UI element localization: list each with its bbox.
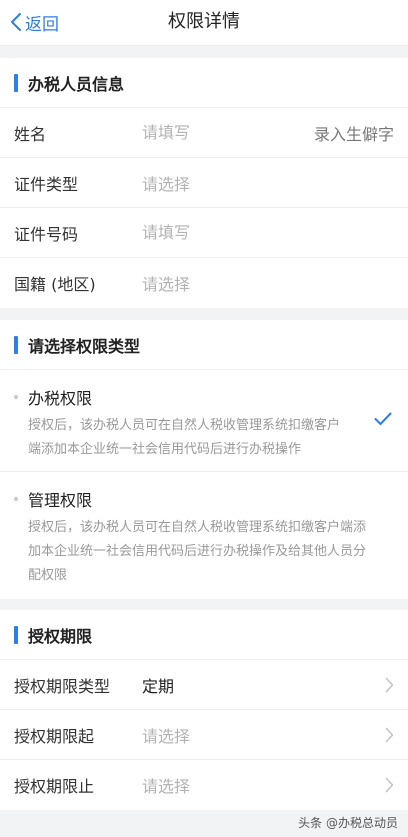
permission-option-tax[interactable]: 办税权限 授权后，该办税人员可在自然人税收管理系统扣缴客户端添加本企业统一社会信… [0,370,408,472]
id-number-label: 证件号码 [14,224,79,244]
permission-card: 请选择权限类型 办税权限 授权后，该办税人员可在自然人税收管理系统扣缴客户端添加… [0,320,408,599]
period-start-select[interactable]: 请选择 [142,723,190,747]
nationality-label: 国籍 (地区) [14,275,96,294]
period-card: 授权期限 授权期限类型 定期 授权期限起 请选择 授权期限止 请选择 [0,610,408,810]
name-row: 姓名 录入生僻字 [0,108,408,158]
taxperson-section-header: 办税人员信息 [0,58,408,108]
permission-section-title: 请选择权限类型 [28,336,141,356]
period-end-row[interactable]: 授权期限止 请选择 [0,760,408,810]
permission-section-header: 请选择权限类型 [0,320,408,370]
id-number-row: 证件号码 [0,208,408,258]
rare-character-button[interactable]: 录入生僻字 [314,121,394,145]
period-start-label: 授权期限起 [14,726,95,746]
permission-option-title: 办税权限 [28,389,93,408]
id-type-select[interactable]: 请选择 [142,171,190,195]
period-end-label: 授权期限止 [14,777,95,796]
period-end-select[interactable]: 请选择 [142,773,190,797]
chevron-right-icon [385,777,394,793]
period-type-row[interactable]: 授权期限类型 定期 [0,660,408,710]
nav-bar: 返回 权限详情 [0,0,408,46]
taxperson-section-title: 办税人员信息 [28,74,125,94]
accent-bar [14,335,18,354]
accent-bar [14,73,18,92]
period-start-row[interactable]: 授权期限起 请选择 [0,710,408,760]
check-icon [374,412,392,425]
watermark: 头条 @办税总动员 [298,816,398,830]
bullet-dot [14,497,18,501]
permission-option-desc: 授权后，该办税人员可在自然人税收管理系统扣缴客户端添加本企业统一社会信用代码后进… [28,418,341,457]
period-type-label: 授权期限类型 [14,676,111,696]
period-type-value[interactable]: 定期 [142,673,174,697]
permission-option-title: 管理权限 [28,491,93,510]
taxperson-card: 办税人员信息 姓名 录入生僻字 证件类型 请选择 证件号码 国籍 (地区) 请选… [0,58,408,308]
nationality-select[interactable]: 请选择 [142,271,190,295]
nationality-row[interactable]: 国籍 (地区) 请选择 [0,258,408,308]
name-input[interactable] [142,123,292,142]
period-section-title: 授权期限 [28,626,93,646]
id-number-input[interactable] [142,223,292,242]
chevron-right-icon [385,727,394,743]
chevron-right-icon [385,677,394,693]
period-section-header: 授权期限 [0,610,408,660]
id-type-label: 证件类型 [14,174,79,194]
permission-option-desc: 授权后，该办税人员可在自然人税收管理系统扣缴客户端添加本企业统一社会信用代码后进… [28,520,367,583]
id-type-row[interactable]: 证件类型 请选择 [0,158,408,208]
name-label: 姓名 [14,124,47,144]
accent-bar [14,625,18,644]
permission-option-manage[interactable]: 管理权限 授权后，该办税人员可在自然人税收管理系统扣缴客户端添加本企业统一社会信… [0,472,408,599]
bullet-dot [14,395,18,399]
page-title: 权限详情 [168,11,240,32]
